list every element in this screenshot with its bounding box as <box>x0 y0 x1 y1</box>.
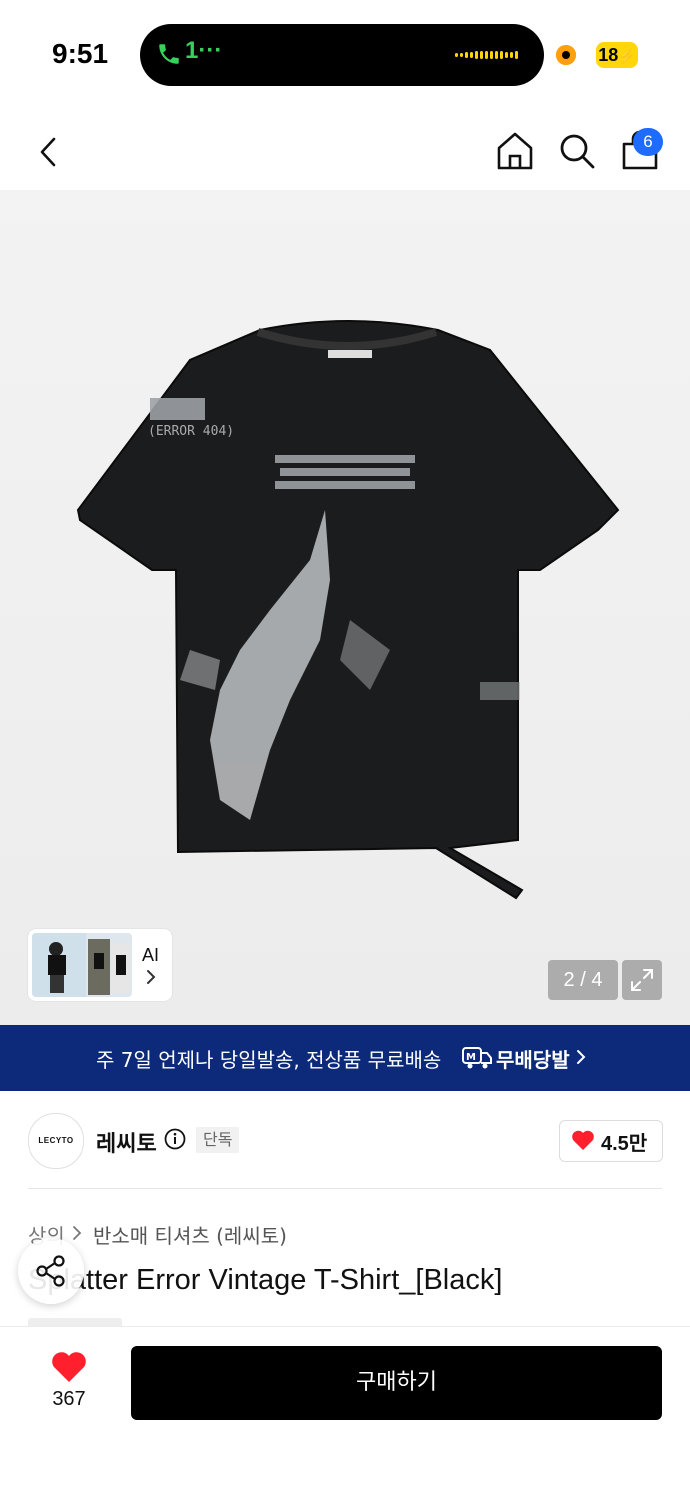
audio-wave-icon <box>455 51 518 59</box>
favorite-count: 367 <box>52 1388 86 1410</box>
banner-brand: 무배당발 <box>496 1048 570 1072</box>
home-icon[interactable] <box>495 130 535 172</box>
exclusive-badge: 단독 <box>196 1127 240 1153</box>
breadcrumb-subcategory[interactable]: 반소매 티셔츠 (레씨토) <box>93 1220 287 1249</box>
search-icon[interactable] <box>556 130 598 172</box>
expand-image-button[interactable] <box>622 960 662 1000</box>
status-time: 9:51 <box>52 38 109 69</box>
chevron-right-icon <box>577 1050 586 1064</box>
heart-icon[interactable] <box>50 1350 88 1384</box>
svg-text:M: M <box>466 1052 476 1063</box>
info-icon[interactable] <box>164 1128 186 1150</box>
ai-model-thumbnail[interactable] <box>32 933 132 997</box>
svg-text:(ERROR 404): (ERROR 404) <box>148 424 234 439</box>
brand-logo[interactable]: LECYTO <box>28 1113 84 1169</box>
charging-bolt-icon: ⚡ <box>618 48 636 64</box>
call-indicator-text: 1··· <box>185 37 223 64</box>
battery-indicator: 18⚡ <box>596 42 638 68</box>
product-image[interactable]: (ERROR 404) <box>70 320 626 910</box>
share-icon <box>36 1255 65 1287</box>
brand-name[interactable]: 레씨토 <box>96 1126 157 1158</box>
battery-level: 18 <box>598 45 619 65</box>
recording-indicator-center <box>562 51 570 59</box>
brand-like-count: 4.5만 <box>601 1133 648 1155</box>
image-page-indicator: 2 / 4 <box>548 960 618 1000</box>
expand-icon <box>631 969 653 991</box>
buy-button[interactable]: 구매하기 <box>131 1346 662 1420</box>
phone-call-icon <box>159 44 179 64</box>
delivery-truck-icon: M <box>462 1047 492 1069</box>
ai-label: AI <box>142 945 160 965</box>
divider <box>28 1188 662 1189</box>
heart-icon <box>572 1130 594 1150</box>
product-title: Splatter Error Vintage T-Shirt_[Black] <box>28 1264 503 1296</box>
cart-count-badge: 6 <box>633 128 663 156</box>
back-icon[interactable] <box>34 134 66 170</box>
banner-text: 주 7일 언제나 당일발송, 전상품 무료배송 <box>96 1048 442 1072</box>
chevron-right-icon <box>73 1226 82 1240</box>
chevron-right-icon <box>147 970 156 984</box>
